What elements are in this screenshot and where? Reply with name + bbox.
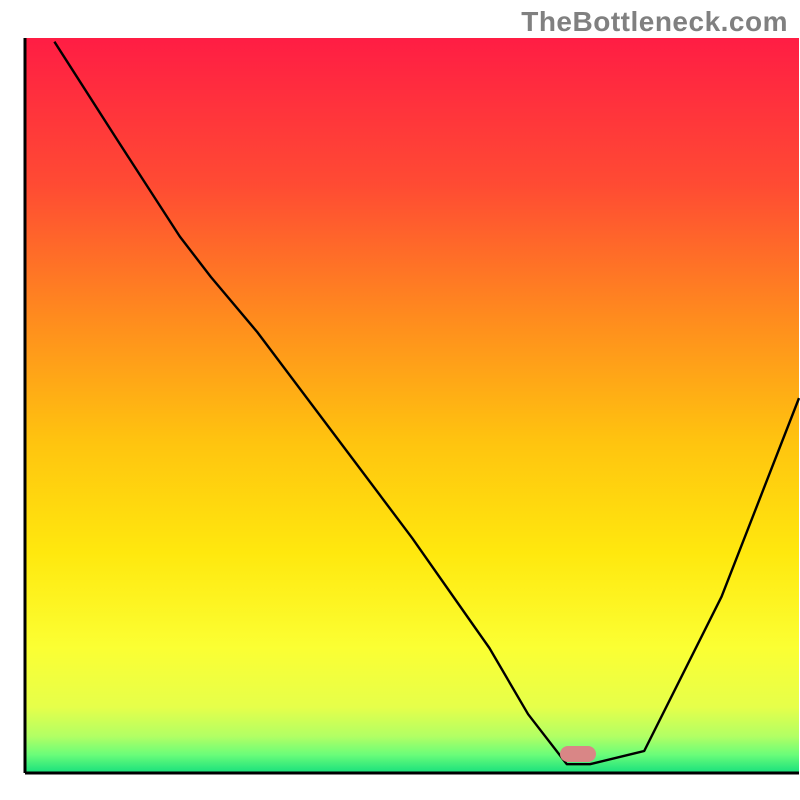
chart-container: TheBottleneck.com [0, 0, 800, 800]
watermark-text: TheBottleneck.com [521, 6, 788, 38]
plot-background [25, 38, 799, 773]
chart-plot [0, 0, 800, 800]
optimum-marker [560, 746, 596, 762]
